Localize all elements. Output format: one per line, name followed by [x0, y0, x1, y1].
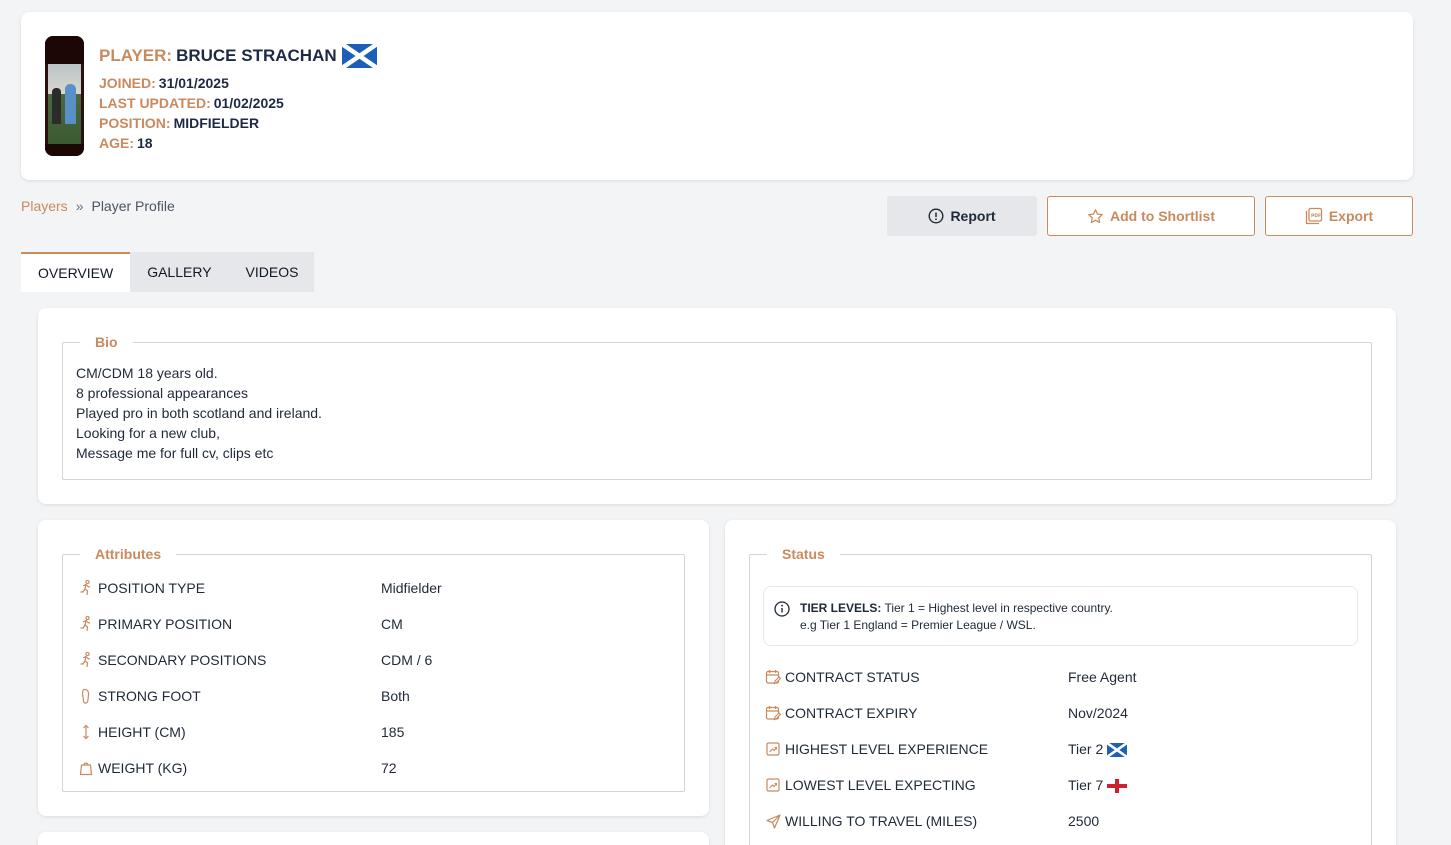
attribute-label: POSITION TYPE — [98, 580, 206, 596]
running-icon — [74, 652, 98, 668]
attribute-label: STRONG FOOT — [98, 688, 201, 704]
attribute-row: PRIMARY POSITION CM — [74, 606, 694, 642]
tab-gallery[interactable]: GALLERY — [130, 252, 229, 292]
report-button-label: Report — [950, 208, 996, 224]
position-value: MIDFIELDER — [173, 115, 260, 131]
status-title: Status — [782, 546, 825, 562]
star-icon — [1087, 208, 1104, 225]
attribute-value: CDM / 6 — [381, 652, 433, 668]
report-button[interactable]: Report — [887, 196, 1037, 236]
breadcrumb-separator: » — [75, 198, 84, 214]
tier-levels-info-box: TIER LEVELS: Tier 1 = Highest level in r… — [763, 586, 1358, 646]
status-row: CONTRACT STATUS Free Agent — [761, 659, 1361, 695]
attribute-row: HEIGHT (CM) 185 — [74, 714, 694, 750]
attribute-label: HEIGHT (CM) — [98, 724, 186, 740]
england-flag-icon — [1107, 779, 1128, 794]
attribute-value: 72 — [381, 760, 397, 776]
status-value: Tier 7 — [1068, 776, 1104, 793]
last-updated-value: 01/02/2025 — [213, 95, 284, 111]
trend-up-icon — [761, 742, 785, 756]
send-icon — [761, 813, 785, 829]
age-row: AGE: 18 — [99, 135, 153, 151]
running-icon — [74, 616, 98, 632]
breadcrumb-current: Player Profile — [91, 198, 175, 214]
player-avatar[interactable] — [45, 36, 84, 156]
attribute-row: POSITION TYPE Midfielder — [74, 570, 694, 606]
status-label: CONTRACT STATUS — [785, 669, 920, 685]
attribute-row: STRONG FOOT Both — [74, 678, 694, 714]
last-updated-label: LAST UPDATED: — [99, 95, 211, 111]
player-name: BRUCE STRACHAN — [176, 46, 337, 65]
alert-circle-icon — [928, 208, 944, 224]
trend-up-icon — [761, 778, 785, 792]
info-icon — [774, 601, 790, 620]
attribute-label: PRIMARY POSITION — [98, 616, 233, 632]
status-value-group: Tier 7 — [1068, 776, 1128, 794]
status-row: LOWEST LEVEL EXPECTING Tier 7 — [761, 767, 1361, 803]
tier-levels-bold: TIER LEVELS: — [800, 601, 882, 615]
height-arrows-icon — [74, 724, 98, 740]
export-button[interactable]: PDF Export — [1265, 196, 1413, 236]
weight-icon — [74, 761, 98, 776]
status-row: HIGHEST LEVEL EXPERIENCE Tier 2 — [761, 731, 1361, 767]
status-row: WILLING TO TRAVEL (MILES) 2500 — [761, 803, 1361, 839]
calendar-edit-icon — [761, 669, 785, 685]
player-name-label: PLAYER: — [99, 46, 173, 65]
status-label: WILLING TO TRAVEL (MILES) — [785, 813, 978, 829]
joined-label: JOINED: — [99, 75, 156, 91]
position-row: POSITION: MIDFIELDER — [99, 115, 259, 131]
tab-overview[interactable]: OVERVIEW — [21, 252, 131, 292]
status-label: HIGHEST LEVEL EXPERIENCE — [785, 741, 989, 757]
status-label: CONTRACT EXPIRY — [785, 705, 918, 721]
add-to-shortlist-button[interactable]: Add to Shortlist — [1047, 196, 1255, 236]
tier-levels-line2: e.g Tier 1 England = Premier League / WS… — [800, 618, 1036, 632]
status-value: Free Agent — [1068, 669, 1137, 685]
add-to-shortlist-label: Add to Shortlist — [1110, 208, 1215, 224]
attribute-value: CM — [381, 616, 403, 632]
svg-text:PDF: PDF — [1311, 213, 1321, 219]
status-row: CONTRACT EXPIRY Nov/2024 — [761, 695, 1361, 731]
foot-icon — [74, 688, 98, 704]
pdf-file-icon: PDF — [1305, 207, 1323, 225]
attributes-title: Attributes — [95, 546, 162, 562]
attribute-value: Midfielder — [381, 580, 442, 596]
running-icon — [74, 580, 98, 596]
export-label: Export — [1328, 208, 1374, 224]
attribute-label: WEIGHT (KG) — [98, 760, 188, 776]
breadcrumb-players-link[interactable]: Players — [21, 198, 68, 214]
tier-levels-text: Tier 1 = Highest level in respective cou… — [881, 601, 1113, 615]
player-header-card: PLAYER: BRUCE STRACHAN JOINED: 31/01/2025… — [21, 12, 1413, 180]
bio-text: CM/CDM 18 years old. 8 professional appe… — [76, 365, 322, 461]
player-name-heading: PLAYER: BRUCE STRACHAN — [99, 44, 377, 68]
status-value: 2500 — [1068, 813, 1100, 829]
last-updated-row: LAST UPDATED: 01/02/2025 — [99, 95, 284, 111]
bio-title: Bio — [95, 334, 118, 350]
scotland-flag-icon — [1106, 742, 1129, 759]
breadcrumb: Players » Player Profile — [21, 198, 175, 214]
joined-row: JOINED: 31/01/2025 — [99, 75, 229, 91]
position-label: POSITION: — [99, 115, 171, 131]
age-label: AGE: — [99, 135, 134, 151]
joined-value: 31/01/2025 — [158, 75, 229, 91]
attribute-value: Both — [381, 688, 410, 704]
status-label: LOWEST LEVEL EXPECTING — [785, 777, 976, 793]
attribute-row: SECONDARY POSITIONS CDM / 6 — [74, 642, 694, 678]
additional-card — [38, 832, 709, 845]
scotland-flag-icon — [341, 44, 377, 68]
tier-levels-line1: TIER LEVELS: Tier 1 = Highest level in r… — [800, 601, 1113, 615]
bio-card: Bio CM/CDM 18 years old. 8 professional … — [38, 308, 1396, 504]
status-value: Nov/2024 — [1068, 705, 1128, 721]
tab-videos[interactable]: VIDEOS — [228, 252, 315, 292]
calendar-edit-icon — [761, 705, 785, 721]
attribute-value: 185 — [381, 724, 405, 740]
age-value: 18 — [137, 135, 153, 151]
attribute-row: WEIGHT (KG) 72 — [74, 750, 694, 786]
attribute-label: SECONDARY POSITIONS — [98, 652, 267, 668]
bio-fieldset: Bio CM/CDM 18 years old. 8 professional … — [62, 334, 1372, 480]
status-value: Tier 2 — [1068, 740, 1104, 757]
status-value-group: Tier 2 — [1068, 740, 1129, 759]
profile-tabs: OVERVIEW GALLERY VIDEOS — [21, 252, 315, 292]
